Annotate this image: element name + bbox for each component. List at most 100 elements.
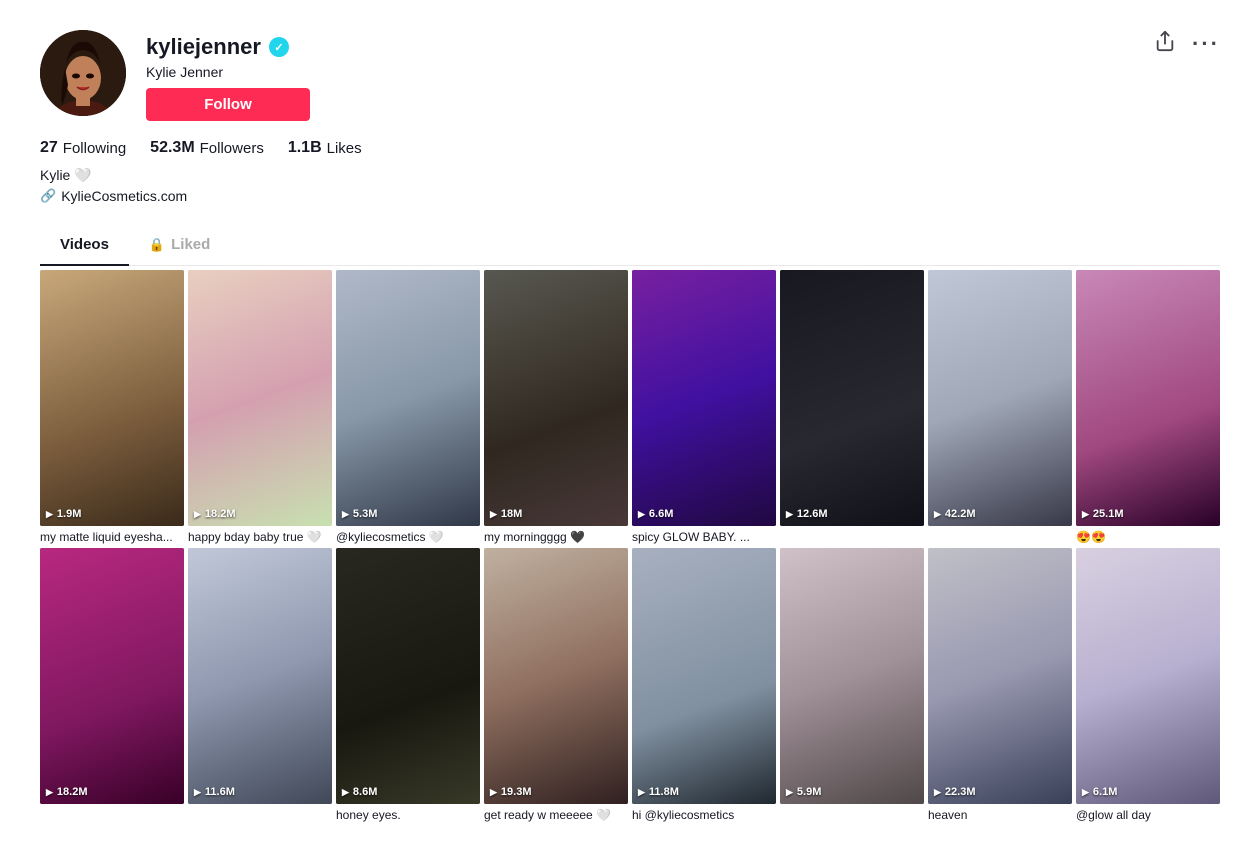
video-views: ▶ 6.1M (1082, 786, 1117, 798)
video-thumbnail[interactable]: ▶ 11.6M (188, 548, 332, 804)
video-thumbnail[interactable]: ▶ 11.8M (632, 548, 776, 804)
video-caption: my matte liquid eyesha... (40, 530, 184, 544)
video-thumbnail[interactable]: ▶ 25.1M (1076, 270, 1220, 526)
tab-liked[interactable]: 🔒 Liked (129, 224, 230, 265)
video-grid: ▶ 1.9M my matte liquid eyesha... ▶ 18.2M… (40, 270, 1220, 822)
video-thumbnail[interactable]: ▶ 5.3M (336, 270, 480, 526)
video-caption: hi @kyliecosmetics (632, 808, 776, 822)
video-views: ▶ 18.2M (46, 786, 88, 798)
video-caption: spicy GLOW BABY. ... (632, 530, 776, 544)
video-item: ▶ 11.8M hi @kyliecosmetics (632, 548, 776, 822)
video-item: ▶ 5.3M @kyliecosmetics 🤍 (336, 270, 480, 544)
follow-button[interactable]: Follow (146, 88, 310, 121)
view-count: 5.9M (797, 786, 821, 798)
video-thumbnail[interactable]: ▶ 6.6M (632, 270, 776, 526)
view-count: 6.1M (1093, 786, 1117, 798)
play-icon: ▶ (490, 509, 497, 520)
video-thumbnail[interactable]: ▶ 19.3M (484, 548, 628, 804)
video-views: ▶ 42.2M (934, 508, 976, 520)
video-views: ▶ 12.6M (786, 508, 828, 520)
view-count: 18M (501, 508, 522, 520)
video-thumbnail[interactable]: ▶ 5.9M (780, 548, 924, 804)
tabs-row: Videos 🔒 Liked (40, 224, 1220, 266)
video-caption: happy bday baby true 🤍 (188, 530, 332, 544)
video-thumbnail[interactable]: ▶ 42.2M (928, 270, 1072, 526)
play-icon: ▶ (638, 509, 645, 520)
video-views: ▶ 18.2M (194, 508, 236, 520)
username-row: kyliejenner ✓ (146, 34, 310, 60)
play-icon: ▶ (194, 509, 201, 520)
video-views: ▶ 8.6M (342, 786, 377, 798)
video-thumbnail[interactable]: ▶ 8.6M (336, 548, 480, 804)
followers-label: Followers (200, 140, 264, 157)
website-link[interactable]: KylieCosmetics.com (61, 188, 187, 204)
website-row: 🔗 KylieCosmetics.com (40, 188, 1220, 204)
view-count: 25.1M (1093, 508, 1124, 520)
followers-count: 52.3M (150, 139, 194, 157)
followers-stat: 52.3M Followers (150, 139, 264, 157)
tab-liked-label: Liked (171, 236, 210, 253)
video-item: ▶ 18M my morningggg 🖤 (484, 270, 628, 544)
likes-count: 1.1B (288, 139, 322, 157)
video-thumbnail[interactable]: ▶ 22.3M (928, 548, 1072, 804)
play-icon: ▶ (934, 787, 941, 798)
play-icon: ▶ (786, 787, 793, 798)
video-item: ▶ 42.2M (928, 270, 1072, 544)
video-caption: heaven (928, 808, 1072, 822)
more-icon[interactable]: ··· (1192, 31, 1220, 57)
username: kyliejenner (146, 34, 261, 60)
play-icon: ▶ (342, 787, 349, 798)
video-views: ▶ 11.8M (638, 786, 679, 798)
video-views: ▶ 25.1M (1082, 508, 1124, 520)
video-thumbnail[interactable]: ▶ 18M (484, 270, 628, 526)
tab-videos[interactable]: Videos (40, 224, 129, 265)
video-item: ▶ 6.1M @glow all day (1076, 548, 1220, 822)
video-thumbnail[interactable]: ▶ 12.6M (780, 270, 924, 526)
view-count: 1.9M (57, 508, 81, 520)
video-item: ▶ 5.9M (780, 548, 924, 822)
video-item: ▶ 19.3M get ready w meeeee 🤍 (484, 548, 628, 822)
video-views: ▶ 22.3M (934, 786, 976, 798)
video-thumbnail[interactable]: ▶ 18.2M (188, 270, 332, 526)
video-views: ▶ 6.6M (638, 508, 673, 520)
video-caption: @kyliecosmetics 🤍 (336, 530, 480, 544)
avatar (40, 30, 126, 116)
following-label: Following (63, 140, 126, 157)
video-views: ▶ 11.6M (194, 786, 235, 798)
video-views: ▶ 1.9M (46, 508, 81, 520)
verified-badge: ✓ (269, 37, 289, 57)
video-item: ▶ 12.6M (780, 270, 924, 544)
play-icon: ▶ (934, 509, 941, 520)
video-item: ▶ 11.6M (188, 548, 332, 822)
video-caption: honey eyes. (336, 808, 480, 822)
play-icon: ▶ (638, 787, 645, 798)
video-item: ▶ 1.9M my matte liquid eyesha... (40, 270, 184, 544)
view-count: 18.2M (57, 786, 88, 798)
video-thumbnail[interactable]: ▶ 1.9M (40, 270, 184, 526)
avatar-image (40, 30, 126, 116)
play-icon: ▶ (342, 509, 349, 520)
video-views: ▶ 5.9M (786, 786, 821, 798)
view-count: 22.3M (945, 786, 976, 798)
tab-videos-label: Videos (60, 236, 109, 253)
video-thumbnail[interactable]: ▶ 18.2M (40, 548, 184, 804)
following-count: 27 (40, 139, 58, 157)
view-count: 11.8M (649, 786, 679, 798)
link-icon: 🔗 (40, 188, 56, 204)
video-thumbnail[interactable]: ▶ 6.1M (1076, 548, 1220, 804)
video-item: ▶ 18.2M happy bday baby true 🤍 (188, 270, 332, 544)
video-caption: @glow all day (1076, 808, 1220, 822)
video-item: ▶ 18.2M (40, 548, 184, 822)
video-caption: 😍😍 (1076, 530, 1220, 544)
view-count: 18.2M (205, 508, 236, 520)
play-icon: ▶ (1082, 787, 1089, 798)
view-count: 6.6M (649, 508, 673, 520)
stats-row: 27 Following 52.3M Followers 1.1B Likes (40, 139, 1220, 157)
view-count: 5.3M (353, 508, 377, 520)
video-item: ▶ 6.6M spicy GLOW BABY. ... (632, 270, 776, 544)
play-icon: ▶ (46, 787, 53, 798)
page-wrapper: kyliejenner ✓ Kylie Jenner Follow ··· 27… (0, 0, 1260, 852)
share-icon[interactable] (1154, 30, 1176, 58)
header-actions: ··· (1154, 30, 1220, 58)
play-icon: ▶ (786, 509, 793, 520)
